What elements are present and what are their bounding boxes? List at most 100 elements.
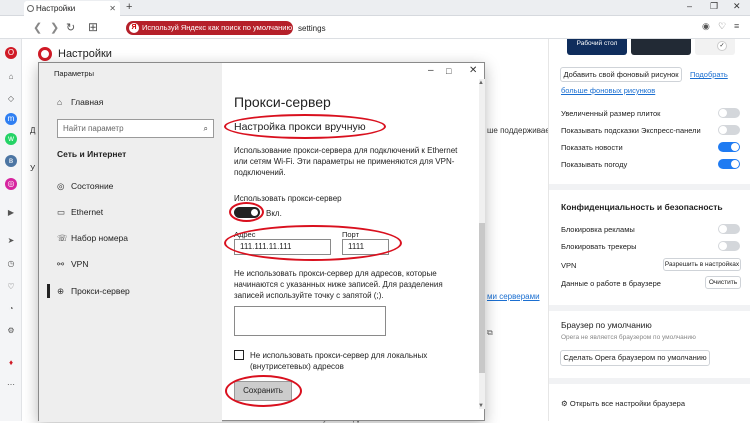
use-proxy-toggle[interactable]	[234, 207, 260, 218]
section-title: Сеть и Интернет	[57, 149, 127, 159]
dialog-nav-pane: Параметры ⌂ Главная Найти параметр ⌕ Сеть…	[39, 63, 222, 422]
ethernet-icon: ▭	[57, 207, 66, 217]
background-text: Д	[30, 126, 36, 135]
pick-wallpaper-link[interactable]: Подобрать	[690, 70, 728, 79]
selection-indicator	[47, 284, 50, 298]
history-icon[interactable]: ◷	[5, 258, 17, 270]
messenger-icon[interactable]: m	[5, 113, 17, 125]
nav-item-ethernet[interactable]: ▭ Ethernet	[57, 207, 103, 218]
gear-icon: ⚙	[561, 399, 570, 408]
close-icon[interactable]: ✕	[469, 65, 477, 76]
more-icon[interactable]: ⋯	[5, 379, 17, 391]
reload-icon[interactable]: ↻	[66, 21, 75, 34]
save-button[interactable]: Сохранить	[234, 381, 292, 401]
new-tab-button[interactable]: +	[126, 1, 132, 13]
settings-icon[interactable]: ⚙	[5, 325, 17, 337]
instagram-icon[interactable]: ◎	[5, 178, 17, 190]
scrollbar-thumb[interactable]	[479, 223, 485, 373]
add-wallpaper-button[interactable]: Добавить свой фоновый рисунок	[560, 67, 682, 82]
search-icon: ⌕	[203, 124, 208, 133]
wallpaper-thumb[interactable]	[631, 39, 691, 55]
player-icon[interactable]: ▶	[5, 207, 17, 219]
camera-icon[interactable]: ◉	[702, 21, 710, 32]
background-text: ше поддерживае	[487, 126, 550, 135]
scroll-down-icon[interactable]: ▼	[478, 403, 484, 409]
nav-item-dialup[interactable]: ☏ Набор номера	[57, 233, 128, 244]
privacy-heading: Конфиденциальность и безопасность	[561, 202, 723, 212]
external-link-icon[interactable]: ⧉	[487, 328, 493, 338]
globe-icon: ◎	[57, 181, 65, 191]
maximize-icon[interactable]: □	[446, 66, 451, 76]
vpn-icon: ⚯	[57, 259, 65, 269]
tab-title: Настройки	[36, 4, 76, 13]
proxy-port-input[interactable]: 1111	[342, 239, 389, 255]
block-trackers-toggle[interactable]	[718, 241, 740, 251]
promo-text: Используй Яндекс как поиск по умолчанию	[142, 23, 293, 32]
all-settings-link[interactable]: ⚙ Открыть все настройки браузера	[561, 399, 685, 408]
checkmark-icon: ✓	[717, 41, 727, 51]
nav-item-vpn[interactable]: ⚯ VPN	[57, 259, 88, 270]
minimize-icon[interactable]: –	[687, 1, 692, 11]
nav-item-status[interactable]: ◎ Состояние	[57, 181, 113, 192]
url-field[interactable]: settings	[298, 24, 326, 33]
clock-icon[interactable]: ◔	[5, 303, 17, 315]
menu-icon[interactable]: ≡	[734, 21, 739, 31]
vpn-enable-button[interactable]: Разрешить в настройках	[663, 258, 741, 271]
clear-data-button[interactable]: Очистить	[705, 276, 741, 289]
opera-logo-icon	[38, 47, 52, 61]
speed-dial-hints-toggle[interactable]	[718, 125, 740, 135]
home-icon: ⌂	[57, 97, 63, 107]
settings-gear-icon	[27, 5, 34, 12]
settings-right-panel: Рабочий стол ✓ Добавить свой фоновый рис…	[548, 39, 750, 421]
port-label: Порт	[342, 230, 360, 239]
favorites-heart-icon[interactable]: ♡	[5, 281, 17, 293]
forward-icon[interactable]: ❯	[50, 21, 59, 34]
vk-icon[interactable]: в	[5, 155, 17, 167]
background-text: У	[30, 164, 36, 173]
address-bar	[0, 17, 750, 39]
speed-dial-icon[interactable]: ⊞	[88, 20, 98, 34]
tab-close-icon[interactable]: ✕	[109, 1, 116, 16]
more-wallpapers-link[interactable]: больше фоновых рисунков	[561, 86, 655, 95]
minimize-icon[interactable]: –	[428, 65, 434, 76]
show-news-toggle[interactable]	[718, 142, 740, 152]
settings-search-input[interactable]: Найти параметр ⌕	[57, 119, 214, 138]
vpn-label: VPN	[561, 261, 577, 270]
nav-item-proxy[interactable]: ⊕ Прокси-сервер	[57, 286, 130, 297]
local-bypass-label: Не использовать прокси-сервер для локаль…	[250, 351, 428, 371]
toggle-label: Показывать погоду	[561, 160, 628, 169]
exceptions-input[interactable]	[234, 306, 386, 336]
ad-block-toggle[interactable]	[718, 224, 740, 234]
windows-settings-dialog: Параметры ⌂ Главная Найти параметр ⌕ Сеть…	[38, 62, 485, 422]
home-icon[interactable]: ⌂	[5, 71, 17, 83]
send-icon[interactable]: ➤	[5, 235, 17, 247]
toggle-state-label: Вкл.	[266, 209, 282, 218]
wallpaper-thumb[interactable]: ✓	[695, 39, 735, 55]
toggle-label: Показывать подсказки Экспресс-панели	[561, 126, 701, 135]
local-bypass-checkbox[interactable]	[234, 350, 244, 360]
nav-home[interactable]: ⌂ Главная	[57, 97, 103, 107]
toggle-label: Блокировка рекламы	[561, 225, 635, 234]
scroll-up-icon[interactable]: ▲	[478, 80, 484, 86]
whatsapp-icon[interactable]: w	[5, 133, 17, 145]
location-pin-icon[interactable]: ♦	[5, 357, 17, 369]
proxy-address-input[interactable]: 111.111.11.111	[234, 239, 331, 255]
large-tiles-toggle[interactable]	[718, 108, 740, 118]
settings-page-title: Настройки	[38, 47, 112, 61]
make-default-button[interactable]: Сделать Opera браузером по умолчанию	[560, 350, 710, 366]
maximize-icon[interactable]: ❐	[710, 1, 718, 12]
yandex-promo-button[interactable]: Я Используй Яндекс как поиск по умолчани…	[126, 21, 293, 35]
section-divider	[549, 305, 750, 311]
opera-logo-icon[interactable]: O	[5, 47, 17, 59]
back-icon[interactable]: ❮	[33, 21, 42, 34]
heart-icon[interactable]: ♡	[718, 21, 726, 32]
bookmarks-icon[interactable]: ◇	[5, 93, 17, 105]
show-weather-toggle[interactable]	[718, 159, 740, 169]
section-divider	[549, 378, 750, 384]
tab-settings[interactable]: Настройки ✕	[24, 1, 120, 16]
close-window-icon[interactable]: ✕	[733, 1, 741, 12]
toggle-label: Увеличенный размер плиток	[561, 109, 661, 118]
wallpaper-thumb-desktop[interactable]: Рабочий стол	[567, 39, 627, 55]
tab-strip: Настройки ✕ + – ❐ ✕	[0, 0, 750, 16]
background-link[interactable]: ми серверами	[487, 292, 540, 301]
